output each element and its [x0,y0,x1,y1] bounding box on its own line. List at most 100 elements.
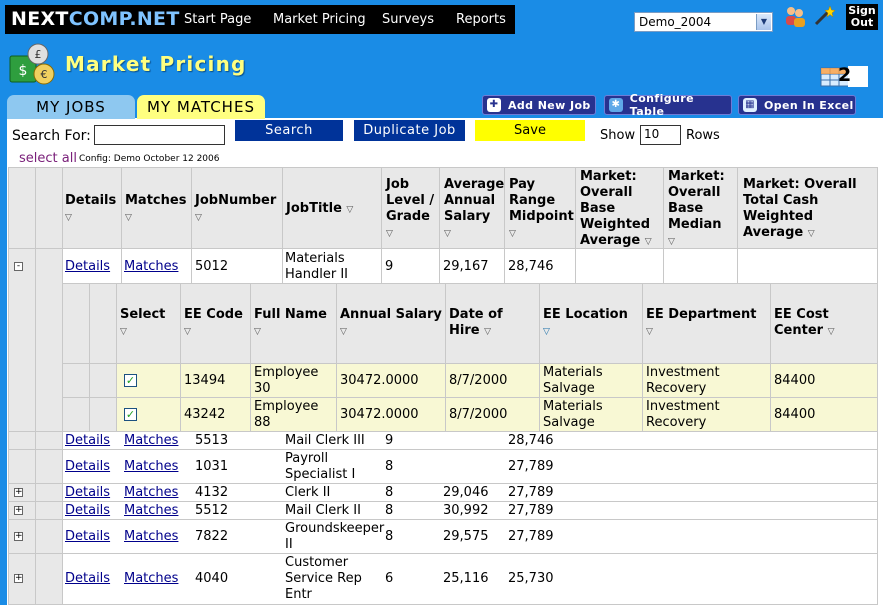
expand-toggle[interactable]: + [14,532,23,541]
filter-icon[interactable]: ▽ [645,237,652,247]
add-new-job-button[interactable]: ✚ Add New Job [482,95,596,115]
jobnumber-cell: 4040 [195,571,229,586]
level-cell: 8 [385,503,394,518]
level-cell: 8 [385,459,394,474]
filter-icon[interactable]: ▽ [444,229,451,239]
jobtitle-cell: Groundskeeper II [285,521,385,552]
search-input[interactable] [94,125,225,145]
matches-link[interactable]: Matches [124,571,178,587]
filter-icon[interactable]: ▽ [340,327,347,337]
nav-surveys[interactable]: Surveys [382,12,434,27]
annual-salary-cell: 30472.0000 [340,407,419,422]
avg-salary-cell: 29,046 [443,485,489,500]
nav-market-pricing[interactable]: Market Pricing [273,12,366,27]
brand-logo[interactable]: NEXTCOMP.NET [11,8,180,30]
save-button[interactable]: Save [475,120,585,141]
filter-icon[interactable]: ▽ [386,229,393,239]
users-icon[interactable] [783,4,807,28]
grid-icon[interactable]: 2 [820,64,870,88]
svg-text:£: £ [35,48,42,61]
header-total-cash-weighted-average[interactable]: Market: Overall Total Cash Weighted Average… [743,177,857,242]
filter-icon[interactable]: ▽ [828,327,835,337]
matches-link[interactable]: Matches [124,259,178,275]
details-link[interactable]: Details [65,485,110,501]
sub-header-select[interactable]: Select ▽ [120,307,165,340]
sub-header-ee-location[interactable]: EE Location ▽ [543,307,628,340]
open-in-excel-button[interactable]: ▦ Open In Excel [738,95,856,115]
header-avg-salary[interactable]: Average Annual Salary ▽ [444,177,504,242]
search-button[interactable]: Search [235,120,343,141]
filter-icon[interactable]: ▽ [808,229,815,239]
configure-table-button[interactable]: ✱ Configure Table [604,92,732,118]
header-details[interactable]: Details ▽ [65,193,116,226]
jobnumber-cell: 1031 [195,459,229,474]
matches-link[interactable]: Matches [124,433,178,449]
sub-header-ee-code[interactable]: EE Code ▽ [184,307,243,340]
header-overall-base-median[interactable]: Market: Overall Base Median ▽ [668,169,725,250]
duplicate-job-button[interactable]: Duplicate Job [354,120,465,141]
details-link[interactable]: Details [65,571,110,587]
search-label: Search For: [12,128,91,144]
expand-toggle[interactable]: + [14,506,23,515]
header-jobtitle[interactable]: JobTitle ▽ [286,201,353,218]
details-link[interactable]: Details [65,503,110,519]
filter-icon[interactable]: ▽ [668,237,675,247]
sub-header-ee-department[interactable]: EE Department ▽ [646,307,756,340]
sub-header-ee-cost-center[interactable]: EE Cost Center ▽ [774,307,835,340]
avg-salary-cell: 29,575 [443,529,489,544]
full-name-cell: Employee 88 [254,399,319,430]
filter-active-icon[interactable]: ▽ [543,327,550,337]
filter-icon[interactable]: ▽ [646,327,653,337]
sub-header-full-name[interactable]: Full Name ▽ [254,307,327,340]
details-link[interactable]: Details [65,433,110,449]
header-matches[interactable]: Matches ▽ [125,193,186,226]
level-cell: 6 [385,571,394,586]
sub-header-annual-salary[interactable]: Annual Salary ▽ [340,307,442,340]
tab-my-jobs[interactable]: MY JOBS [7,95,135,119]
details-link[interactable]: Details [65,529,110,545]
pay-midpoint-cell: 27,789 [508,503,554,518]
matches-link[interactable]: Matches [124,485,178,501]
select-checkbox[interactable]: ✓ [124,374,137,387]
nav-start-page[interactable]: Start Page [184,12,251,27]
rows-input[interactable]: 10 [640,125,681,145]
filter-icon[interactable]: ▽ [195,213,202,223]
expand-toggle[interactable]: + [14,574,23,583]
workspace-select[interactable]: Demo_2004 ▼ [634,12,773,32]
pay-midpoint-cell: 27,789 [508,485,554,500]
header-level[interactable]: Job Level / Grade ▽ [386,177,434,242]
filter-icon[interactable]: ▽ [254,327,261,337]
header-jobnumber[interactable]: JobNumber ▽ [195,193,276,226]
money-icon: $ £ € [8,42,58,88]
header-pay-midpoint[interactable]: Pay Range Midpoint ▽ [509,177,574,242]
date-of-hire-cell: 8/7/2000 [449,407,508,422]
expand-toggle[interactable]: + [14,488,23,497]
filter-icon[interactable]: ▽ [125,213,132,223]
tab-my-matches[interactable]: MY MATCHES [137,95,265,119]
collapse-toggle[interactable]: - [14,262,23,271]
filter-icon[interactable]: ▽ [120,327,127,337]
magic-wand-icon[interactable] [812,4,836,28]
select-checkbox[interactable]: ✓ [124,408,137,421]
jobtitle-cell: Customer Service Rep Entr [285,555,362,602]
sub-header-date-of-hire[interactable]: Date of Hire ▽ [449,307,503,340]
svg-text:$: $ [19,63,28,79]
filter-icon[interactable]: ▽ [184,327,191,337]
level-cell: 9 [385,433,394,448]
filter-icon[interactable]: ▽ [484,327,491,337]
ee-code-cell: 43242 [184,407,226,422]
matches-link[interactable]: Matches [124,503,178,519]
matches-link[interactable]: Matches [124,529,178,545]
filter-icon[interactable]: ▽ [346,205,353,215]
filter-icon[interactable]: ▽ [509,229,516,239]
sign-out-button[interactable]: Sign Out [846,4,878,30]
nav-reports[interactable]: Reports [456,12,506,27]
details-link[interactable]: Details [65,259,110,275]
ee-department-cell: Investment Recovery [646,399,720,430]
select-all-link[interactable]: select all [19,151,77,166]
details-link[interactable]: Details [65,459,110,475]
pay-midpoint-cell: 28,746 [508,259,554,274]
matches-link[interactable]: Matches [124,459,178,475]
filter-icon[interactable]: ▽ [65,213,72,223]
header-overall-base-weighted-average[interactable]: Market: Overall Base Weighted Average ▽ [580,169,652,250]
